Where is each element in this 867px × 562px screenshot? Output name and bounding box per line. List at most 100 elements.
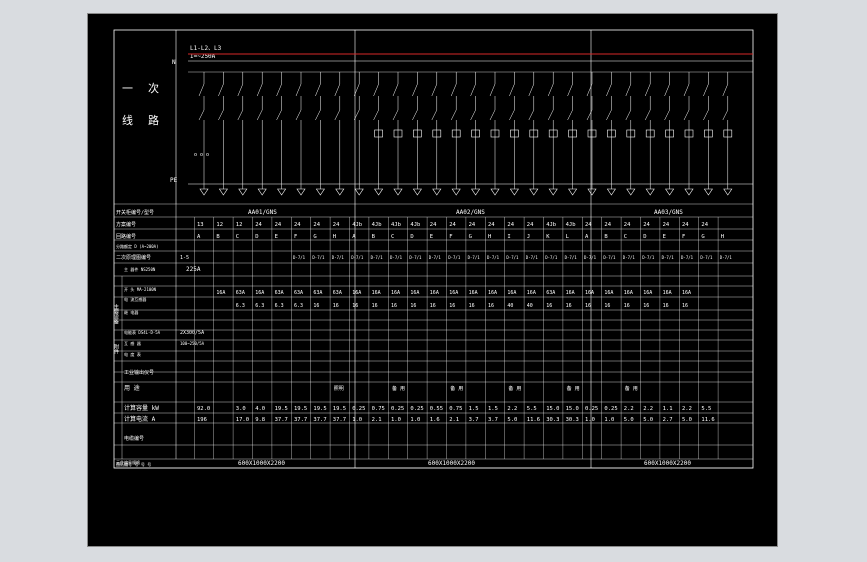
switch-blade — [703, 83, 709, 97]
switch-blade — [489, 83, 496, 97]
row-label-6: 主 器件 NS250N — [124, 266, 156, 272]
current-cell: 3.7 — [488, 417, 498, 423]
scheme-cell: 24 — [585, 222, 592, 228]
switch-blade — [625, 83, 632, 97]
current-cell: 1.0 — [352, 417, 362, 423]
breaker-blade — [664, 109, 670, 121]
current-cell: 2.1 — [449, 417, 459, 423]
ct-cell: 16 — [333, 303, 339, 309]
ct-cell: 16 — [449, 303, 455, 309]
current-cell: 2.1 — [372, 417, 382, 423]
switch-blade — [295, 83, 302, 97]
breaker-blade — [625, 109, 632, 121]
footer-dim-2: 600X1000X2200 — [428, 460, 475, 467]
cable-arrow — [412, 188, 422, 196]
cable-arrow — [296, 188, 306, 196]
switch-blade — [547, 83, 554, 97]
scheme-cell: 24 — [663, 222, 670, 228]
breaker-blade — [198, 109, 205, 121]
scheme-cell: 4Jb — [352, 222, 362, 228]
row-label-8: 电 流互感器 — [124, 296, 146, 302]
breaker-cell: 16A — [352, 290, 361, 296]
footer-dim-3: 600X1000X2200 — [644, 460, 691, 467]
ct-cell: 16 — [566, 303, 572, 309]
breaker-cell: 63A — [275, 290, 284, 296]
breaker-blade — [509, 109, 515, 121]
circuit-cell: D — [410, 234, 413, 240]
breaker-blade — [256, 109, 263, 121]
scheme-cell: 24 — [313, 222, 320, 228]
current-cell: 37.7 — [333, 417, 346, 423]
circuit-cell: E — [663, 234, 666, 240]
switch-blade — [509, 83, 515, 97]
scheme-cell: 12 — [236, 222, 243, 228]
cable-arrow — [548, 188, 558, 196]
circuit-cell: A — [352, 234, 356, 240]
diagram-ref-cell: D-7/1 — [293, 255, 306, 260]
ct-cell: 40 — [507, 303, 513, 309]
row-label-1: 开关柜编号/型号 — [116, 209, 154, 216]
current-cell: 37.7 — [294, 417, 307, 423]
diagram-ref-cell: D-7/1 — [584, 255, 597, 260]
breaker-blade — [295, 109, 302, 121]
cable-arrow — [723, 188, 733, 196]
breaker-cell: 16A — [663, 290, 672, 296]
scheme-cell: 24 — [527, 222, 534, 228]
switch-blade — [218, 83, 224, 97]
breaker-cell: 16A — [585, 290, 594, 296]
side-group-b: 附件 — [113, 343, 119, 355]
power-cell: 0.25 — [352, 406, 365, 412]
breaker-cell: 16A — [624, 290, 633, 296]
cable-arrow — [393, 188, 403, 196]
power-cell: 15.0 — [546, 406, 559, 412]
ct-cell: 6.3 — [236, 303, 245, 309]
scheme-cell: 24 — [604, 222, 611, 228]
current-cell: 2.7 — [663, 417, 673, 423]
breaker-blade — [218, 109, 224, 121]
scheme-cell: 24 — [682, 222, 689, 228]
diagram-ref-cell: D-7/1 — [720, 255, 733, 260]
switch-blade — [450, 83, 457, 97]
breaker-cell: 16A — [682, 290, 691, 296]
current-cell: 1.0 — [585, 417, 595, 423]
diagram-ref-cell: D-7/1 — [526, 255, 539, 260]
diagram-ref-cell: D-7/1 — [700, 255, 713, 260]
power-cell: 2.2 — [507, 406, 517, 412]
circuit-cell: A — [197, 234, 201, 240]
ct-cell: 16 — [372, 303, 378, 309]
cable-arrow — [199, 188, 209, 196]
power-cell: 1.5 — [488, 406, 498, 412]
current-cell: 37.7 — [275, 417, 288, 423]
power-cell: 0.55 — [430, 406, 443, 412]
ct-cell: 6.3 — [275, 303, 284, 309]
scheme-cell: 12 — [216, 222, 223, 228]
switch-blade — [528, 83, 535, 97]
switch-blade — [373, 83, 379, 97]
ct-cell: 16 — [488, 303, 494, 309]
switch-blade — [470, 83, 476, 97]
circuit-cell: H — [721, 234, 724, 240]
circuit-cell: H — [333, 234, 336, 240]
panel-name-1: AA01/GNS — [248, 209, 277, 216]
circuit-cell: F — [682, 234, 685, 240]
scheme-cell: 24 — [294, 222, 301, 228]
use-cell: 备 用 — [625, 385, 638, 392]
scheme-cell: 4Jb — [372, 222, 382, 228]
circuit-cell: E — [430, 234, 433, 240]
breaker-blade — [315, 109, 321, 121]
scheme-cell: 4Jb — [391, 222, 401, 228]
switch-blade — [683, 83, 690, 97]
header-value-225: 225A — [186, 266, 201, 273]
scheme-cell: 13 — [197, 222, 204, 228]
scheme-cell: 24 — [488, 222, 495, 228]
switch-blade — [664, 83, 670, 97]
diagram-ref-cell: D-7/1 — [642, 255, 655, 260]
diagram-ref-cell: D-7/1 — [603, 255, 616, 260]
breaker-blade — [547, 109, 554, 121]
diagram-ref-cell: D-7/1 — [448, 255, 461, 260]
breaker-blade — [237, 109, 244, 121]
current-cell: 11.6 — [701, 417, 714, 423]
ct-cell: 16 — [663, 303, 669, 309]
cable-arrow — [703, 188, 713, 196]
ct-cell: 16 — [682, 303, 688, 309]
